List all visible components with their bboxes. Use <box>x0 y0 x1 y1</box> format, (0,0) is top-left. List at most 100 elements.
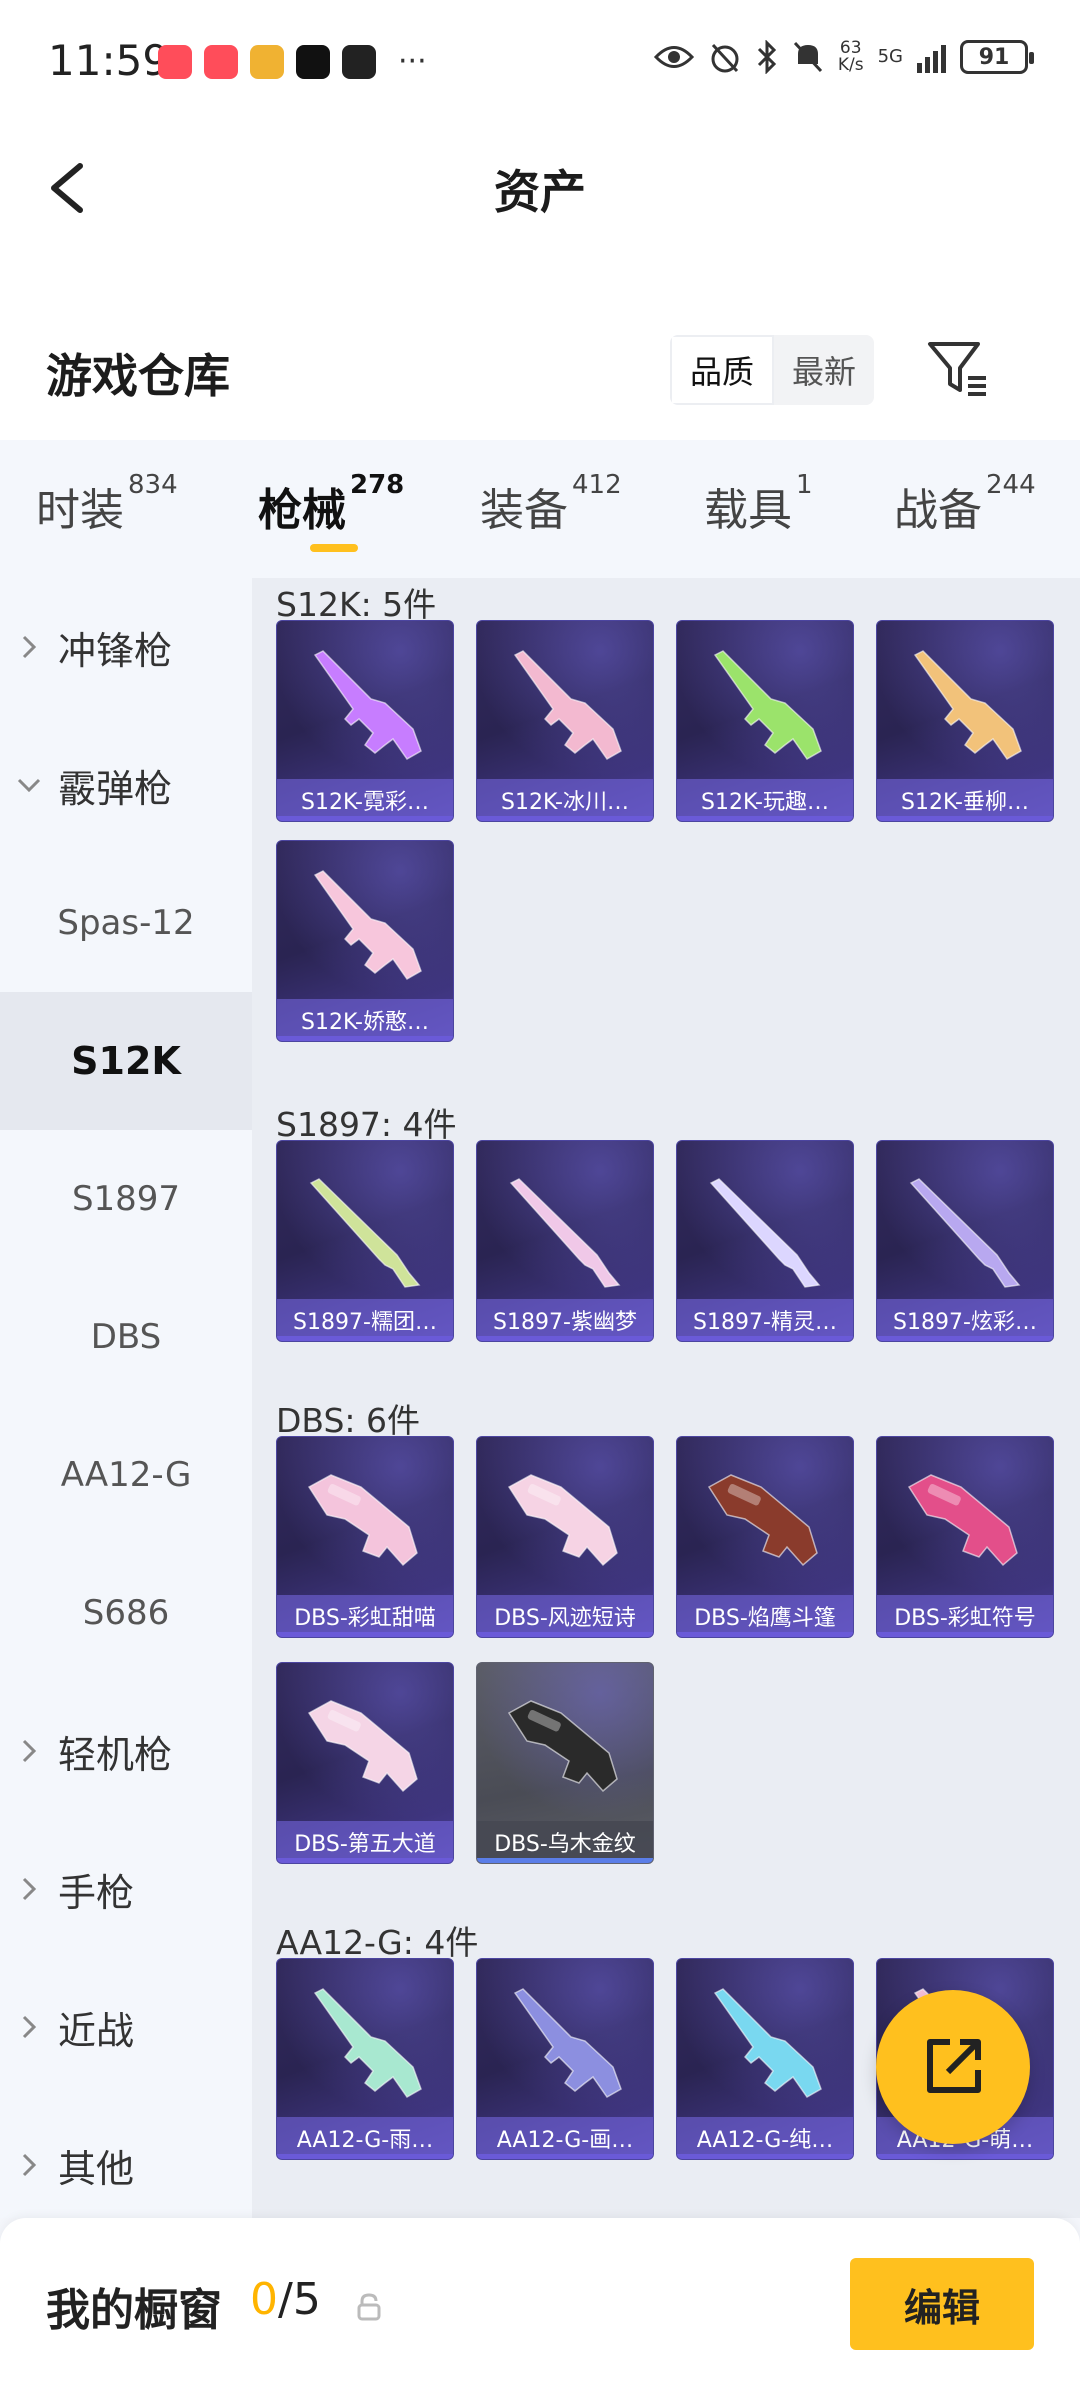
app-notification-icon <box>250 44 284 79</box>
share-button[interactable] <box>876 1990 1030 2144</box>
rarity-bar <box>477 2154 653 2159</box>
rarity-bar <box>477 1858 653 1863</box>
skin-name: S1897-炫彩… <box>877 1299 1053 1341</box>
skin-name: DBS-第五大道 <box>277 1821 453 1863</box>
subcategory-aa12g[interactable]: AA12-G <box>0 1406 252 1544</box>
skin-name: DBS-风迹短诗 <box>477 1595 653 1637</box>
skin-card[interactable]: S12K-垂柳… <box>876 620 1054 822</box>
category-smg[interactable]: 冲锋枪 <box>0 578 252 716</box>
weapon-category-list: 冲锋枪 霰弹枪 Spas-12 S12K S1897 DBS AA12-G S6… <box>0 578 252 2218</box>
active-tab-indicator <box>310 544 358 552</box>
mute-icon <box>793 41 822 73</box>
shotgun-icon <box>307 1474 418 1567</box>
chevron-right-icon <box>22 2015 37 2039</box>
category-melee[interactable]: 近战 <box>0 1958 252 2096</box>
skin-name: S1897-精灵… <box>677 1299 853 1341</box>
skin-card[interactable]: S12K-娇憨… <box>276 840 454 1042</box>
skin-name: S12K-玩趣… <box>677 779 853 821</box>
lock-icon <box>357 2293 381 2321</box>
rarity-bar <box>677 816 853 821</box>
skin-card[interactable]: S1897-紫幽梦 <box>476 1140 654 1342</box>
shotgun-icon <box>507 1700 618 1793</box>
sort-option-quality[interactable]: 品质 <box>670 335 774 405</box>
status-bar: 11:59 ··· 63 K/s 5G 91 <box>0 0 1080 120</box>
skin-card[interactable]: DBS-风迹短诗 <box>476 1436 654 1638</box>
skin-card[interactable]: DBS-第五大道 <box>276 1662 454 1864</box>
skin-name: S12K-垂柳… <box>877 779 1053 821</box>
network-type: 5G <box>877 46 903 67</box>
chevron-right-icon <box>22 2153 37 2177</box>
tab-equipment[interactable]: 装备 412 <box>480 470 622 538</box>
group-title-s1897: S1897: 4件 <box>276 1105 457 1144</box>
shotgun-icon <box>907 1474 1018 1567</box>
skin-name: AA12-G-画… <box>477 2117 653 2159</box>
skin-name: DBS-彩虹甜喵 <box>277 1595 453 1637</box>
skin-name: DBS-乌木金纹 <box>477 1821 653 1863</box>
section-title: 游戏仓库 <box>46 349 230 403</box>
showcase-count: 0/5 <box>250 2274 321 2325</box>
skin-name: S1897-糯团… <box>277 1299 453 1341</box>
rifle-icon <box>513 1988 622 2098</box>
skin-card[interactable]: S12K-玩趣… <box>676 620 854 822</box>
status-time: 11:59 <box>48 36 170 85</box>
rarity-bar <box>677 1632 853 1637</box>
rifle-icon <box>313 650 422 760</box>
subcategory-s12k[interactable]: S12K <box>0 992 252 1130</box>
share-external-icon <box>927 2039 981 2093</box>
showcase-bar: 我的橱窗 0/5 编辑 <box>0 2218 1080 2382</box>
skin-card[interactable]: AA12-G-纯… <box>676 1958 854 2160</box>
tab-vehicles[interactable]: 载具 1 <box>704 470 813 538</box>
category-lmg[interactable]: 轻机枪 <box>0 1682 252 1820</box>
alarm-icon <box>711 43 739 73</box>
skin-card[interactable]: DBS-彩虹甜喵 <box>276 1436 454 1638</box>
app-notification-icon <box>204 44 238 79</box>
filter-icon[interactable] <box>926 338 990 398</box>
skin-card[interactable]: S12K-冰川… <box>476 620 654 822</box>
category-other[interactable]: 其他 <box>0 2096 252 2234</box>
rarity-bar <box>277 1858 453 1863</box>
rarity-bar <box>477 1336 653 1341</box>
rifle-icon <box>513 650 622 760</box>
rarity-bar <box>277 1336 453 1341</box>
skin-card[interactable]: AA12-G-雨… <box>276 1958 454 2160</box>
skin-card[interactable]: AA12-G-画… <box>476 1958 654 2160</box>
skin-card[interactable]: DBS-彩虹符号 <box>876 1436 1054 1638</box>
bluetooth-icon <box>757 40 776 74</box>
tab-guns[interactable]: 枪械 278 <box>258 470 404 538</box>
edit-button[interactable]: 编辑 <box>850 2258 1034 2350</box>
subcategory-s686[interactable]: S686 <box>0 1544 252 1682</box>
subcategory-s1897[interactable]: S1897 <box>0 1130 252 1268</box>
tab-fashion[interactable]: 时装 834 <box>36 470 178 538</box>
category-tabs: 时装 834 枪械 278 装备 412 载具 1 战备 244 <box>0 440 1080 578</box>
rifle-icon <box>313 1988 422 2098</box>
skin-card[interactable]: S1897-炫彩… <box>876 1140 1054 1342</box>
rarity-bar <box>477 816 653 821</box>
skin-card[interactable]: S1897-糯团… <box>276 1140 454 1342</box>
shotgun-icon <box>309 1178 421 1288</box>
group-title-aa12g: AA12-G: 4件 <box>276 1923 479 1962</box>
skin-name: S12K-娇憨… <box>277 999 453 1041</box>
rifle-icon <box>913 650 1022 760</box>
rifle-icon <box>713 1988 822 2098</box>
status-icons: 63 K/s 5G 91 <box>653 40 1034 74</box>
soul-icon <box>342 44 376 79</box>
skin-card[interactable]: S1897-精灵… <box>676 1140 854 1342</box>
chevron-right-icon <box>22 1739 37 1763</box>
tab-supplies[interactable]: 战备 244 <box>894 470 1036 538</box>
skin-card[interactable]: DBS-乌木金纹 <box>476 1662 654 1864</box>
category-pistol[interactable]: 手枪 <box>0 1820 252 1958</box>
rarity-bar <box>277 816 453 821</box>
subcategory-spas12[interactable]: Spas-12 <box>0 854 252 992</box>
more-notifications: ··· <box>398 44 427 79</box>
group-title-s12k: S12K: 5件 <box>276 585 437 624</box>
showcase-title: 我的橱窗 <box>46 2285 222 2336</box>
skin-card[interactable]: S12K-霓彩… <box>276 620 454 822</box>
skin-card[interactable]: DBS-焰鹰斗篷 <box>676 1436 854 1638</box>
subcategory-dbs[interactable]: DBS <box>0 1268 252 1406</box>
category-shotgun[interactable]: 霰弹枪 <box>0 716 252 854</box>
rarity-bar <box>677 2154 853 2159</box>
skin-name: AA12-G-雨… <box>277 2117 453 2159</box>
shotgun-icon <box>307 1700 418 1793</box>
sort-option-latest[interactable]: 最新 <box>774 335 874 405</box>
signal-icon <box>917 41 946 73</box>
